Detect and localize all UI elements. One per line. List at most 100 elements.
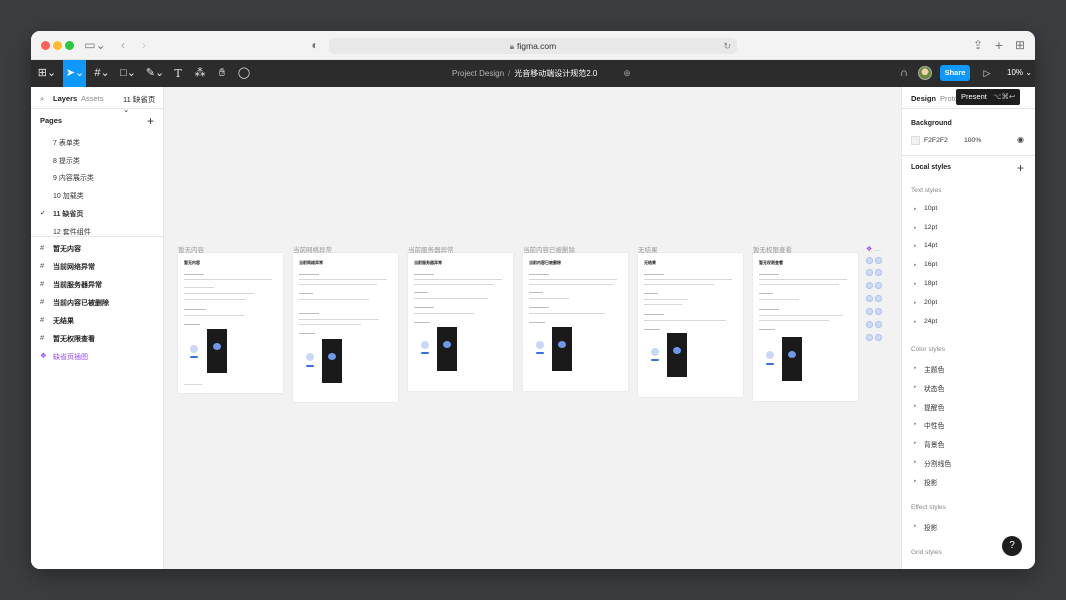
tab-overview-icon[interactable]: ⊞ (1013, 38, 1027, 53)
effect-styles-heading: Effect styles (911, 504, 946, 511)
close-window-button[interactable] (41, 41, 50, 50)
text-line (529, 284, 613, 285)
page-item[interactable]: 10 加载类 (53, 191, 84, 201)
page-item[interactable]: 9 内容展示类 (53, 173, 94, 183)
frame[interactable]: 暂无内容 (178, 253, 283, 393)
illustration-thumb[interactable] (866, 282, 873, 289)
present-play-icon[interactable]: ▷ (981, 66, 993, 81)
breadcrumb: Project Design / 光音移动端设计规范2.0 (452, 68, 597, 79)
illustration-thumb[interactable] (875, 308, 882, 315)
canvas[interactable]: 暂无内容 暂无内容 当前网络异常 当前网络异常 当前服务器异常 当前服务器异常 … (164, 87, 901, 569)
tab-layers[interactable]: Layers (53, 94, 77, 103)
illustration-thumb[interactable] (866, 295, 873, 302)
frame-title: 当前网络异常 (299, 260, 323, 265)
layer-item[interactable]: 暂无权限查看 (53, 334, 95, 344)
file-name[interactable]: 光音移动端设计规范2.0 (514, 69, 597, 78)
shape-tool-icon[interactable]: □⌄ (117, 66, 139, 81)
layer-item[interactable]: 当前服务器异常 (53, 280, 102, 290)
color-style-item[interactable]: 提醒色 (924, 402, 944, 412)
frame[interactable]: 当前网络异常 (293, 253, 398, 402)
color-style-item[interactable]: 背景色 (924, 439, 944, 449)
layer-item-component[interactable]: 缺省页插图 (53, 352, 88, 362)
chevron-right-icon: ▸ (914, 421, 917, 427)
background-opacity[interactable]: 100% (964, 137, 981, 144)
color-style-item[interactable]: 分割线色 (924, 458, 951, 468)
search-icon[interactable]: ⌕ (40, 94, 44, 104)
illustration (306, 353, 314, 361)
pen-tool-icon[interactable]: ✎⌄ (144, 66, 166, 81)
eye-icon[interactable]: ◉ (1017, 135, 1024, 144)
frame[interactable]: 当前内容已被删除 (523, 253, 628, 391)
frame-tool-icon[interactable]: #⌄ (91, 66, 113, 81)
page-item-current[interactable]: 11 缺省页 (53, 209, 83, 219)
text-style-item[interactable]: 20pt (924, 299, 937, 306)
text-style-item[interactable]: 18pt (924, 280, 937, 287)
phone-mockup (322, 339, 342, 383)
headphones-icon[interactable]: ∩ (897, 66, 911, 81)
illustration-thumb[interactable] (866, 269, 873, 276)
main-menu-icon[interactable]: ⊞⌄ (37, 66, 57, 81)
background-swatch[interactable] (911, 136, 920, 145)
illustration-thumb[interactable] (875, 321, 882, 328)
text-style-item[interactable]: 24pt (924, 318, 937, 325)
effect-style-item[interactable]: 投影 (924, 522, 938, 532)
illustration-thumb[interactable] (875, 269, 882, 276)
text-style-item[interactable]: 16pt (924, 261, 937, 268)
hand-tool-icon[interactable]: ✋︎ (215, 66, 229, 81)
chevron-right-icon: ▸ (914, 478, 917, 484)
page-item[interactable]: 7 表单类 (53, 138, 80, 148)
globe-icon[interactable]: ⊕ (621, 66, 633, 81)
address-bar[interactable]: 🔒︎ figma.com ↻ (329, 38, 737, 54)
text-line (184, 315, 244, 316)
color-style-item[interactable]: 投影 (924, 477, 938, 487)
text-style-item[interactable]: 14pt (924, 242, 937, 249)
page-item[interactable]: 8 提示类 (53, 156, 80, 166)
minimize-window-button[interactable] (53, 41, 62, 50)
forward-icon[interactable]: › (138, 38, 150, 53)
color-style-item[interactable]: 中性色 (924, 420, 944, 430)
illustration-thumb[interactable] (866, 334, 873, 341)
text-line (644, 293, 658, 294)
privacy-shield-icon[interactable]: ◐ (309, 38, 321, 53)
new-tab-icon[interactable]: + (992, 38, 1006, 53)
back-icon[interactable]: ‹ (117, 38, 129, 53)
frame[interactable]: 暂无权限查看 (753, 253, 858, 401)
zoom-level[interactable]: 10% ⌄ (1007, 68, 1032, 77)
text-line (184, 324, 200, 325)
illustration-thumb[interactable] (875, 282, 882, 289)
frame[interactable]: 当前服务器异常 (408, 253, 513, 391)
maximize-window-button[interactable] (65, 41, 74, 50)
share-icon[interactable]: ⇪ (971, 38, 985, 53)
text-tool-icon[interactable]: T (171, 66, 185, 81)
background-hex[interactable]: F2F2F2 (924, 137, 948, 144)
reload-icon[interactable]: ↻ (723, 38, 731, 54)
add-page-icon[interactable]: + (147, 115, 154, 127)
page-switcher[interactable]: 11 缺省页 ⌄ (123, 94, 163, 114)
avatar[interactable] (918, 66, 932, 80)
color-style-item[interactable]: 主题色 (924, 364, 944, 374)
layer-item[interactable]: 暂无内容 (53, 244, 81, 254)
text-style-item[interactable]: 10pt (924, 205, 937, 212)
illustration-thumb[interactable] (866, 321, 873, 328)
layer-item[interactable]: 无结果 (53, 316, 74, 326)
illustration-thumb[interactable] (866, 308, 873, 315)
layer-item[interactable]: 当前内容已被删除 (53, 298, 109, 308)
tab-design[interactable]: Design (911, 94, 936, 103)
layer-item[interactable]: 当前网络异常 (53, 262, 95, 272)
illustration-thumb[interactable] (875, 334, 882, 341)
illustration-thumb[interactable] (875, 257, 882, 264)
color-style-item[interactable]: 状态色 (924, 383, 944, 393)
illustration-thumb[interactable] (866, 257, 873, 264)
share-button[interactable]: Share (940, 65, 970, 81)
project-link[interactable]: Project Design (452, 69, 504, 78)
help-button[interactable]: ? (1002, 536, 1022, 556)
resources-icon[interactable]: ⁂ (193, 66, 207, 81)
add-style-icon[interactable]: + (1017, 162, 1024, 174)
comment-tool-icon[interactable]: ◯ (237, 66, 251, 81)
tab-assets[interactable]: Assets (81, 94, 104, 103)
text-style-item[interactable]: 12pt (924, 224, 937, 231)
illustration-thumb[interactable] (875, 295, 882, 302)
sidebar-toggle-icon[interactable]: ▭⌄ (84, 38, 106, 53)
text-line (299, 319, 379, 320)
frame[interactable]: 无结果 (638, 253, 743, 397)
